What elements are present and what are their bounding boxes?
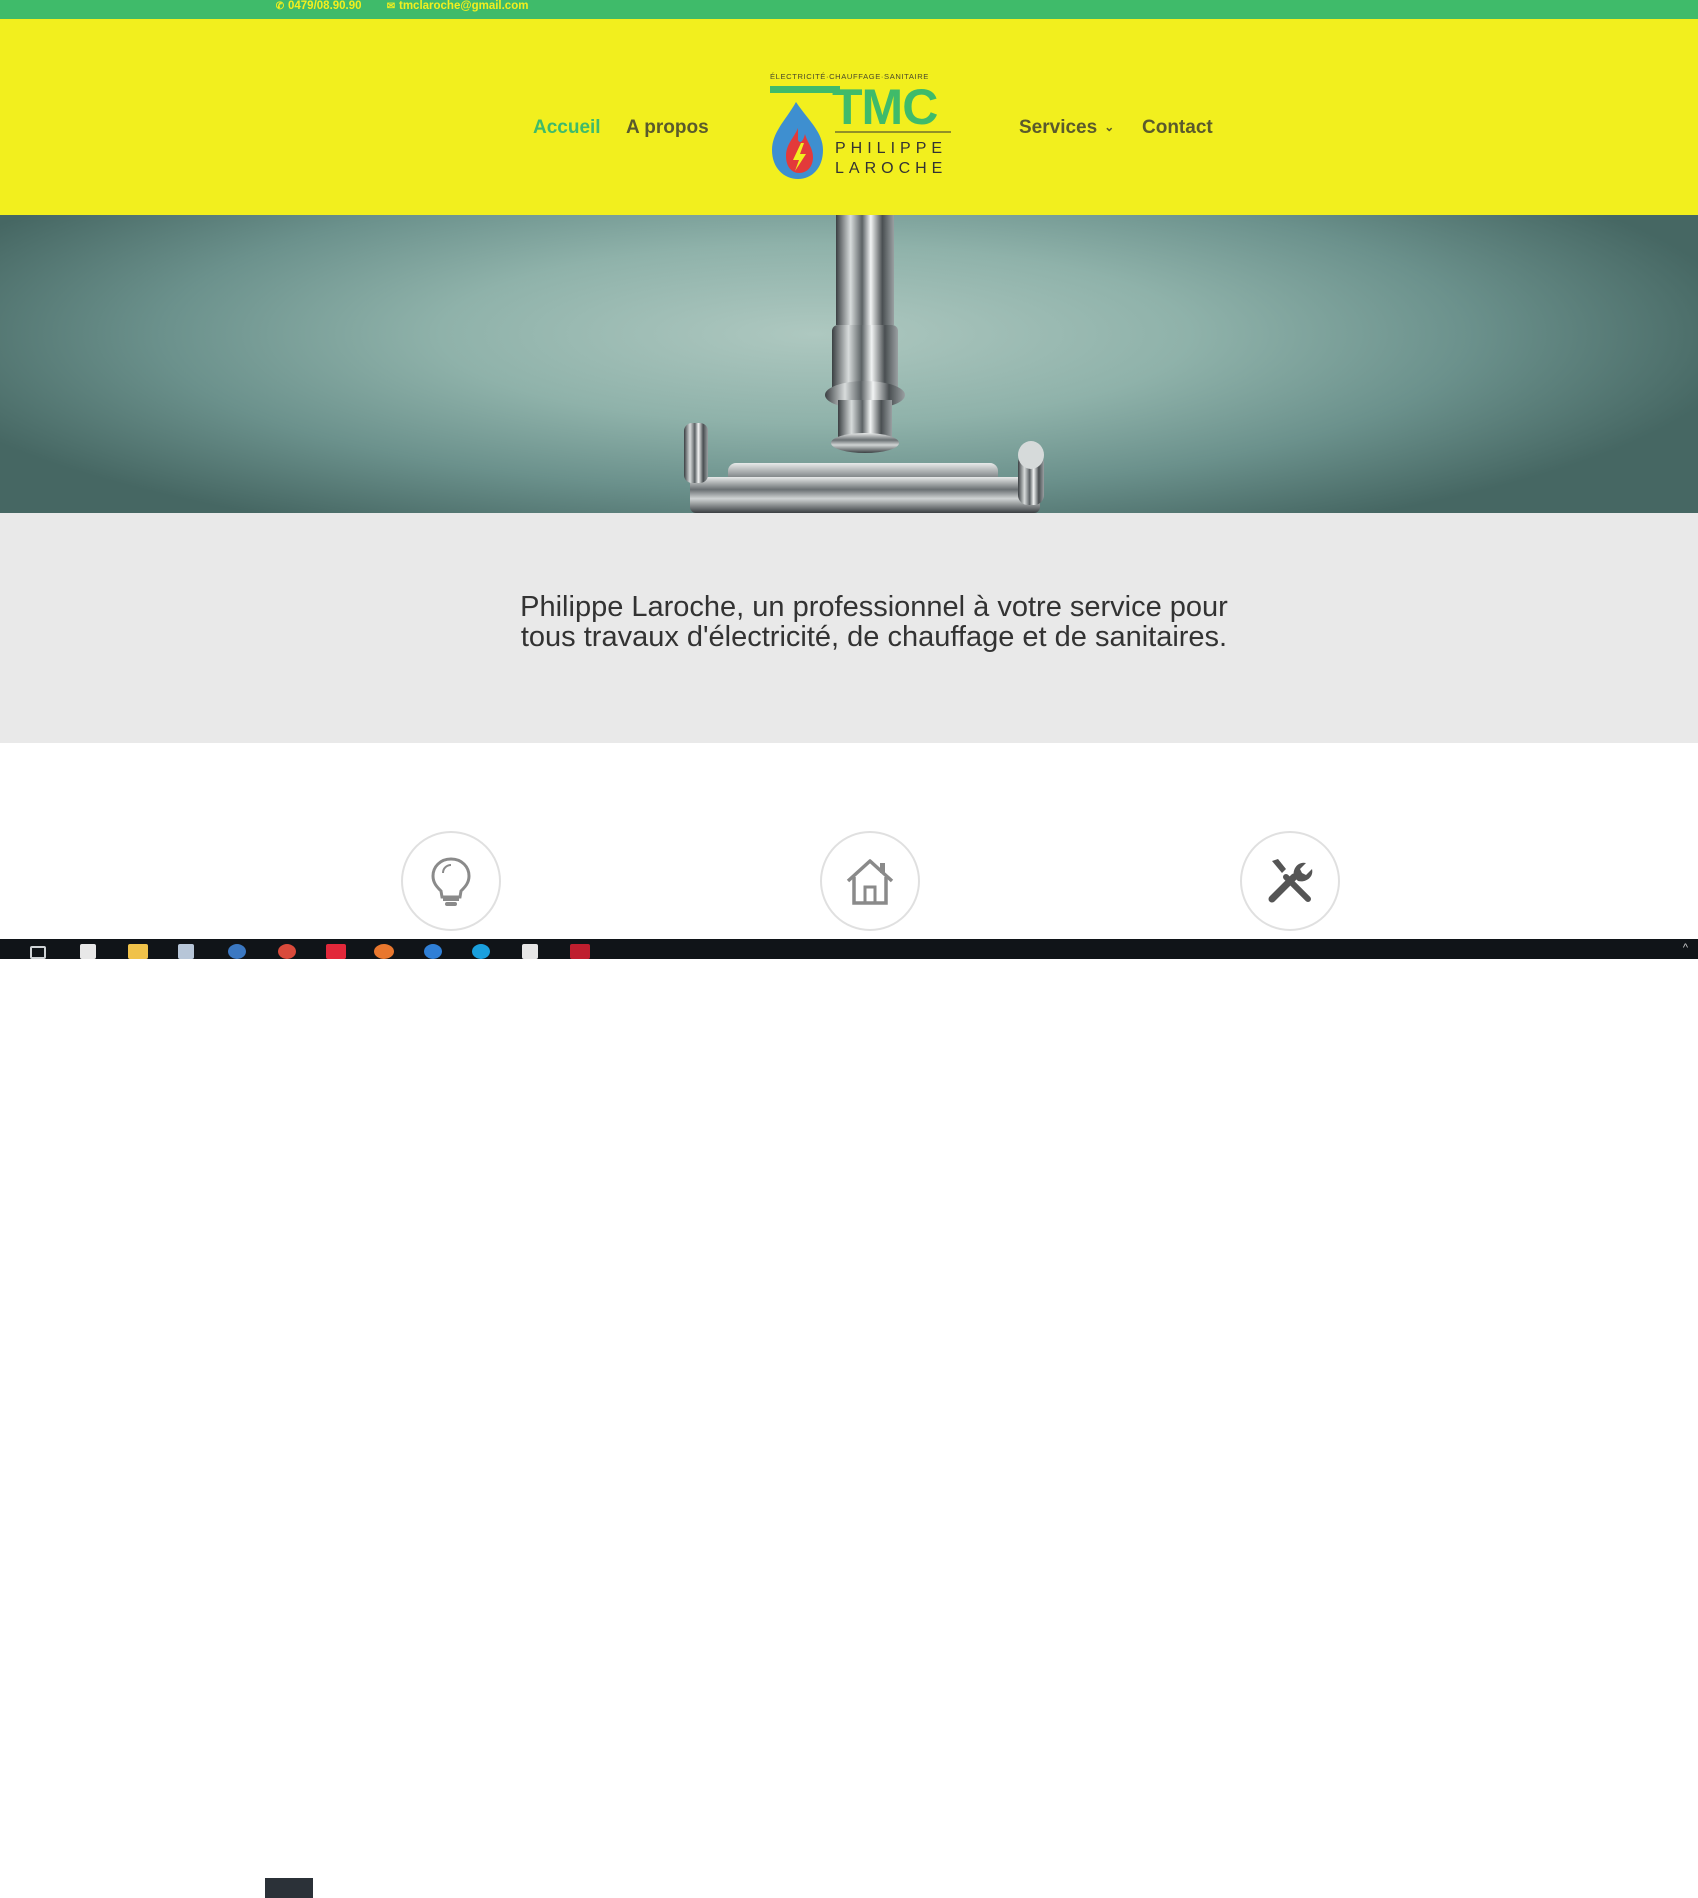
top-contact-bar: ✆ 0479/08.90.90 ✉ tmclaroche@gmail.com: [0, 0, 1698, 19]
phone-icon: ✆: [275, 1, 285, 12]
notepad-icon[interactable]: [178, 944, 194, 959]
browser-icon[interactable]: [228, 944, 246, 959]
nav-accueil[interactable]: Accueil: [533, 117, 601, 139]
service-sanitaire[interactable]: [1240, 831, 1340, 931]
system-tray[interactable]: ^: [1683, 942, 1688, 954]
logo-brand: TMC: [832, 79, 937, 135]
store-icon[interactable]: [80, 944, 96, 959]
phone-link[interactable]: ✆ 0479/08.90.90: [275, 0, 362, 12]
calculator-icon[interactable]: [522, 944, 538, 959]
intro-heading: Philippe Laroche, un professionnel à vot…: [449, 592, 1299, 652]
hero-banner: [0, 215, 1698, 513]
edge-icon[interactable]: [424, 944, 442, 959]
logo-graphic: ÉLECTRICITÉ·CHAUFFAGE·SANITAIRE TMC PHIL…: [770, 72, 951, 179]
intro-line-2: tous travaux d'électricité, de chauffage…: [520, 621, 1228, 653]
nav-services-label: Services: [1019, 117, 1098, 138]
chrome-icon[interactable]: [278, 944, 296, 959]
skype-icon[interactable]: [472, 944, 490, 959]
site-logo[interactable]: ÉLECTRICITÉ·CHAUFFAGE·SANITAIRE TMC PHIL…: [768, 70, 952, 190]
intro-section: Philippe Laroche, un professionnel à vot…: [0, 513, 1698, 743]
nav-services[interactable]: Services ⌄: [1019, 117, 1114, 139]
vivaldi-icon[interactable]: [326, 944, 346, 959]
house-icon: [846, 859, 894, 905]
lightbulb-icon: [431, 857, 471, 906]
faucet-image: [684, 215, 1044, 513]
active-app-highlight: [265, 1878, 313, 1898]
task-view-icon[interactable]: [30, 946, 46, 959]
tools-icon: [1268, 859, 1313, 903]
logo-name-first: PHILIPPE: [835, 140, 947, 157]
phone-number: 0479/08.90.90: [288, 0, 362, 12]
file-explorer-icon[interactable]: [128, 944, 148, 959]
chevron-down-icon: ⌄: [1104, 120, 1115, 134]
service-electricite[interactable]: [401, 831, 501, 931]
firefox-icon[interactable]: [374, 944, 394, 959]
email-link[interactable]: ✉ tmclaroche@gmail.com: [386, 0, 529, 12]
site-header: Accueil A propos ÉLECTRICITÉ·CHAUFFAGE·S…: [0, 19, 1698, 215]
windows-taskbar: ^: [0, 939, 1698, 1898]
envelope-icon: ✉: [386, 1, 396, 12]
intro-line-1: Philippe Laroche, un professionnel à vot…: [520, 591, 1228, 623]
email-address: tmclaroche@gmail.com: [399, 0, 529, 12]
nav-contact[interactable]: Contact: [1142, 117, 1213, 139]
filezilla-icon[interactable]: [570, 944, 590, 959]
service-chauffage[interactable]: [820, 831, 920, 931]
logo-name-last: LAROCHE: [835, 160, 947, 177]
nav-a-propos[interactable]: A propos: [626, 117, 709, 139]
